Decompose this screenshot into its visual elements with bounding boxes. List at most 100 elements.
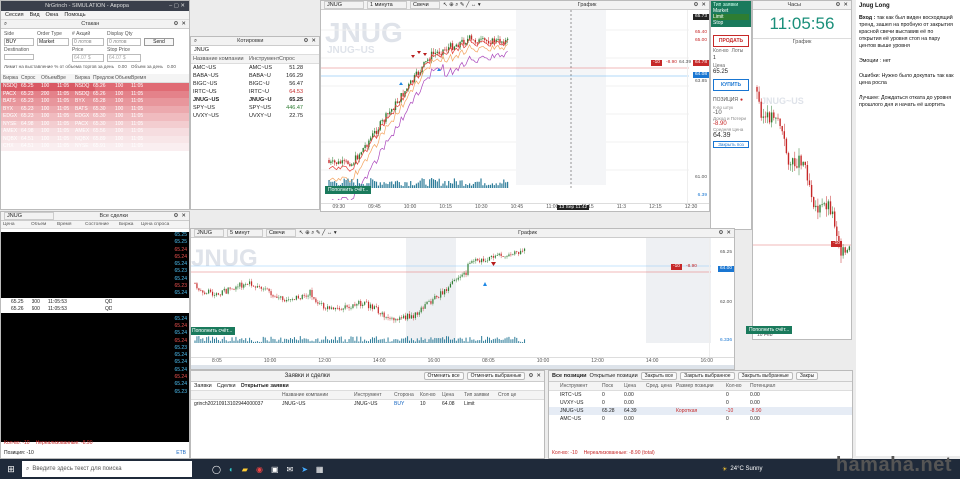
col-size[interactable]: Размер позиции: [676, 383, 726, 389]
chart-scrollbar[interactable]: [191, 365, 734, 369]
close-selected-button[interactable]: Закрыть выбранное: [680, 372, 735, 380]
cancel-selected-button[interactable]: Отменить выбранные: [466, 372, 526, 380]
side-select[interactable]: BUY: [4, 38, 34, 46]
close-icon[interactable]: ✕: [181, 21, 186, 27]
book-row[interactable]: BATS 65.23 100 11:05 BYX 65.28 100 11:05: [1, 98, 189, 106]
book-row[interactable]: NYSE 64.98 100 11:05 PACX 65.30 100 11:05: [1, 120, 189, 128]
tab-open-orders[interactable]: Открытые заявки: [241, 383, 289, 389]
col-qty[interactable]: Кол-во: [420, 392, 442, 398]
menu-windows[interactable]: Окна: [46, 12, 59, 18]
main-price-chart[interactable]: [321, 10, 689, 200]
book-row[interactable]: AMEX 64.98 100 11:05 AMEX 65.56 100 11:05: [1, 128, 189, 136]
close-button[interactable]: Закры: [795, 372, 819, 380]
col-price[interactable]: Цена: [3, 222, 31, 227]
trades-search-input[interactable]: JNUG: [4, 212, 54, 220]
chart-ticker-input[interactable]: JNUG: [324, 1, 364, 9]
gear-icon[interactable]: ⚙: [173, 213, 178, 219]
book-row[interactable]: CHX 64.51 100 11:05 NYSE 65.91 100 11:05: [1, 143, 189, 151]
quote-row[interactable]: BABA~US BABA~U 166.29: [191, 72, 319, 80]
gear-icon[interactable]: ⚙: [693, 2, 698, 8]
menu-help[interactable]: Помощь: [64, 12, 85, 18]
col-volume[interactable]: Объем: [31, 222, 57, 227]
windows-start-icon[interactable]: ⊞: [0, 464, 22, 475]
book-row[interactable]: NSDQ 65.25 100 11:05 NSDQ 65.26 100 11:05: [1, 83, 189, 91]
quotes-search[interactable]: JNUG: [191, 46, 319, 55]
close-icon[interactable]: ✕: [843, 2, 848, 8]
quote-row[interactable]: SPY~US SPY~US 446.47: [191, 104, 319, 112]
quote-row[interactable]: IRTC~US IRTC~U 64.53: [191, 88, 319, 96]
tab-all-positions[interactable]: Все позиции: [552, 373, 587, 379]
chart-interval-select[interactable]: 1 минута: [367, 1, 407, 9]
quote-row[interactable]: UVXY~US UVXY~U 22.75: [191, 112, 319, 120]
col-instrument[interactable]: Инструмент: [249, 56, 279, 62]
close-icon[interactable]: ✕: [311, 38, 316, 44]
mail-icon[interactable]: ✉: [287, 465, 294, 474]
col-avg[interactable]: Сред. цена: [646, 383, 676, 389]
qty-input[interactable]: 0 лотов: [72, 38, 104, 46]
quote-row[interactable]: AMC~US AMC~US 51.28: [191, 64, 319, 72]
close-icon[interactable]: ✕: [701, 2, 706, 8]
col-instrument[interactable]: Инструмент: [354, 392, 394, 398]
side-price-chart[interactable]: [753, 47, 852, 333]
send-button[interactable]: Send: [144, 38, 174, 46]
destination-select[interactable]: [4, 54, 34, 60]
position-row[interactable]: JNUG~US 65.28 64.39 Короткая -10 -8.90: [549, 407, 852, 415]
col-instrument[interactable]: Инструмент: [552, 383, 602, 389]
close-all-button[interactable]: Закрыть все: [640, 372, 678, 380]
explorer-icon[interactable]: ▰: [242, 465, 248, 474]
tab-trades[interactable]: Сделки: [217, 383, 236, 389]
sell-button[interactable]: ПРОДАТЬ: [713, 35, 749, 47]
menu-view[interactable]: Вид: [30, 12, 40, 18]
display-qty-input[interactable]: 0 лотов: [107, 38, 141, 46]
book-col-header[interactable]: Спрос: [21, 75, 41, 81]
gear-icon[interactable]: ⚙: [718, 230, 723, 236]
col-bid-price[interactable]: Цена спроса: [141, 222, 181, 227]
order-type-stop[interactable]: Stop: [713, 20, 749, 26]
close-icon[interactable]: ✕: [726, 230, 731, 236]
telegram-icon[interactable]: ➤: [301, 465, 308, 474]
position-row[interactable]: AMC~US 0 0.00 0 0.00: [549, 415, 852, 423]
book-col-header[interactable]: Объем: [115, 75, 131, 81]
book-row[interactable]: BYX 65.23 100 11:05 BATS 65.30 100 11:05: [1, 105, 189, 113]
book-col-header[interactable]: Вре: [57, 75, 75, 81]
col-time[interactable]: Время: [57, 222, 85, 227]
store-icon[interactable]: ▣: [271, 465, 279, 474]
lots-label[interactable]: Лоты: [732, 48, 744, 54]
window-controls-icon[interactable]: – ▢ ✕: [169, 3, 185, 9]
deposit-button[interactable]: Пополнить счёт...: [191, 327, 236, 335]
gear-icon[interactable]: ⚙: [835, 2, 840, 8]
book-col-header[interactable]: Время: [131, 75, 149, 81]
price-input[interactable]: 64.07 $: [72, 54, 104, 62]
close-icon[interactable]: ✕: [181, 213, 186, 219]
tab-orders[interactable]: Заявки: [194, 383, 212, 389]
order-type-select[interactable]: Market: [37, 38, 69, 46]
col-type[interactable]: Тип заявки: [464, 392, 498, 398]
col-status[interactable]: Состояние: [85, 222, 119, 227]
chrome-icon[interactable]: ◉: [256, 465, 263, 474]
col-price[interactable]: Цена: [624, 383, 646, 389]
tab-open-positions[interactable]: Открытые позиции: [590, 373, 638, 379]
edge-icon[interactable]: ◐: [229, 465, 234, 474]
chart-style-select[interactable]: Свечи: [410, 1, 440, 9]
terminal-app-icon[interactable]: ▦: [316, 465, 324, 474]
deposit-button[interactable]: Пополнить счёт...: [325, 186, 372, 194]
gear-icon[interactable]: ⚙: [303, 38, 308, 44]
col-price[interactable]: Цена: [442, 392, 464, 398]
chart-tools-icon[interactable]: ↖ ⊕ ⌕ ✎ ╱ ↔ ▾: [299, 230, 337, 237]
stop-price-input[interactable]: 64.07 $: [107, 54, 141, 62]
search-icon[interactable]: ⌕: [194, 38, 197, 45]
book-col-header[interactable]: Биржа: [75, 75, 93, 81]
chart-interval-select[interactable]: 5 минут: [227, 229, 263, 237]
book-col-header[interactable]: Объем: [41, 75, 57, 81]
col-exchange[interactable]: Биржа: [119, 222, 141, 227]
close-selected-button-2[interactable]: Закрыть выбранные: [737, 372, 793, 380]
search-icon[interactable]: ⌕: [4, 21, 7, 28]
chart-style-select[interactable]: Свечи: [266, 229, 296, 237]
quote-row[interactable]: JNUG~US JNUG~U 65.25: [191, 96, 319, 104]
order-row[interactable]: grinch20210913102944000037 JNUG~US JNUG~…: [191, 400, 544, 408]
close-position-button[interactable]: Закрыть поз: [713, 141, 749, 148]
gear-icon[interactable]: ⚙: [528, 373, 533, 379]
book-col-header[interactable]: Предлож: [93, 75, 115, 81]
col-name[interactable]: Название компании: [282, 392, 354, 398]
taskbar-search[interactable]: ⌕ Введите здесь текст для поиска: [22, 461, 192, 477]
